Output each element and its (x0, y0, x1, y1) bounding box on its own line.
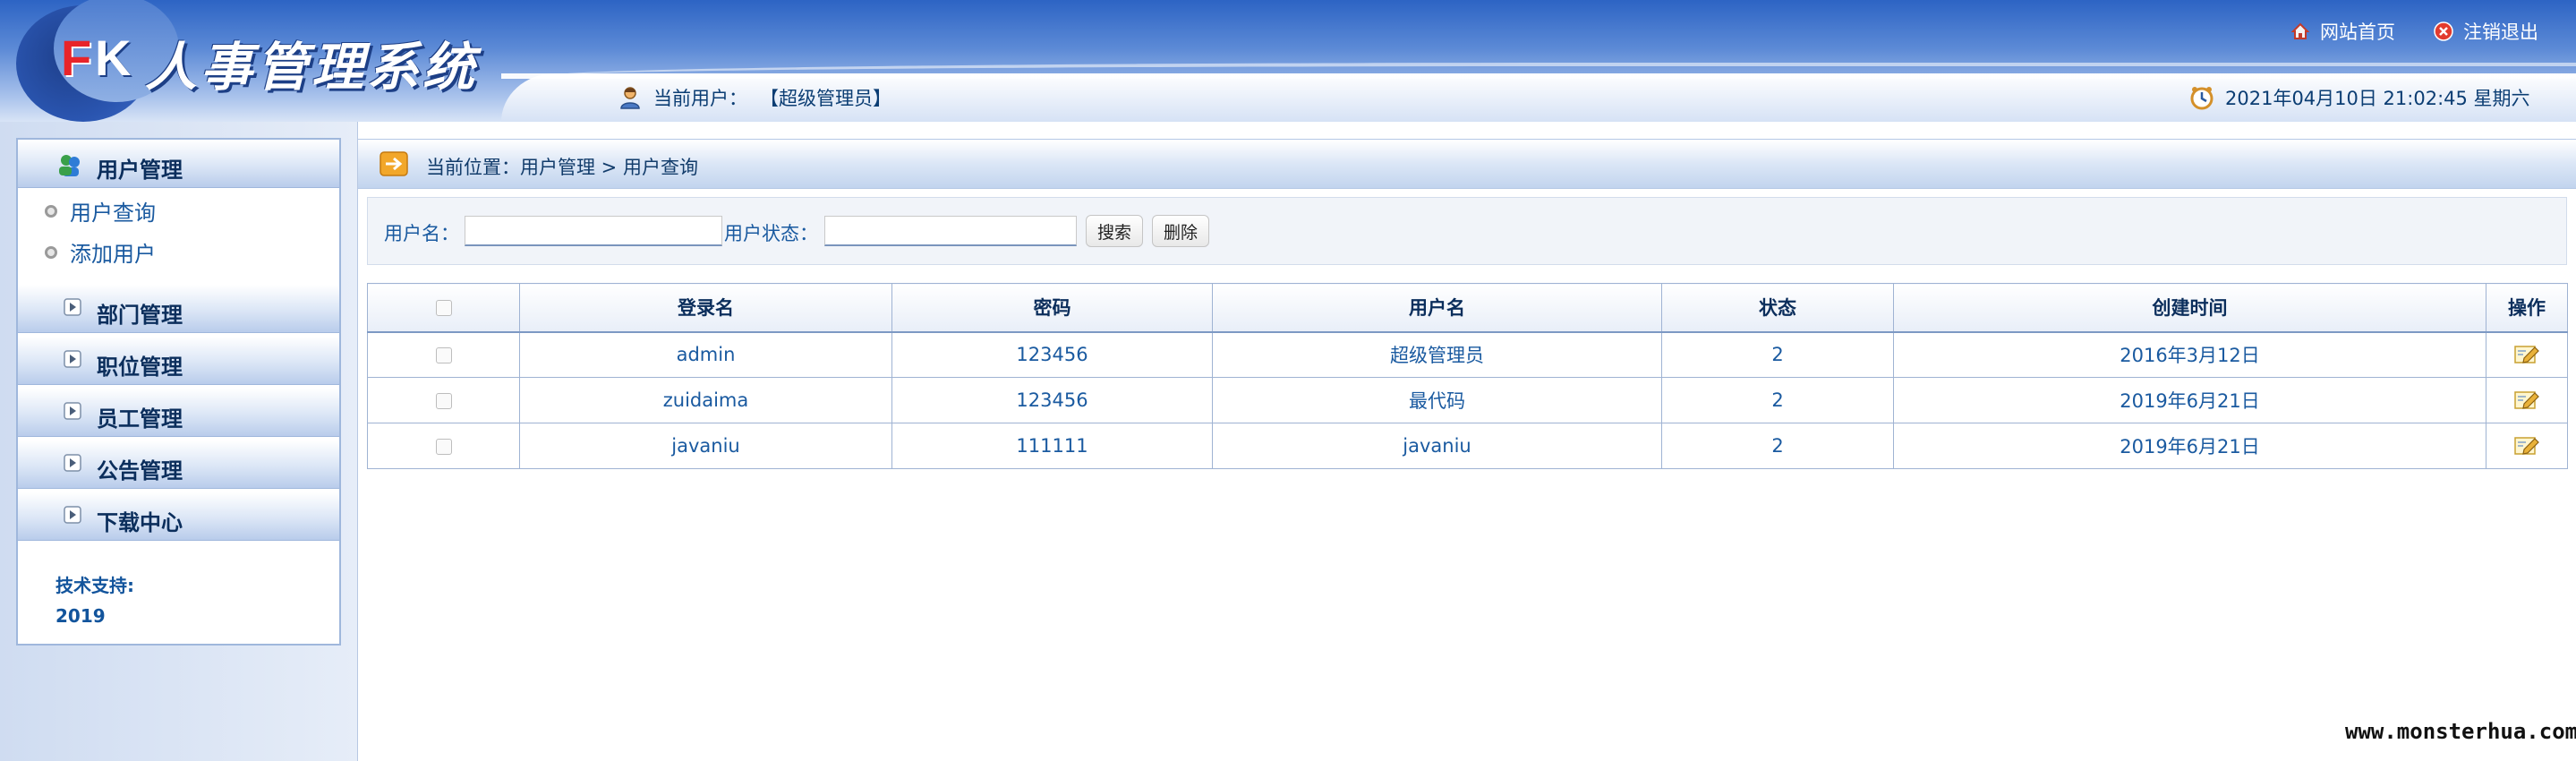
expand-icon (63, 297, 86, 321)
expand-icon (63, 401, 86, 424)
edit-icon[interactable] (2513, 434, 2540, 457)
expand-icon (63, 349, 86, 372)
system-title: 人事管理系统 (145, 37, 479, 98)
cell-status: 2 (1661, 377, 1894, 423)
select-all-cell (367, 283, 520, 333)
sidebar-subitem-add-user[interactable]: 添加用户 (45, 236, 156, 268)
table-row: zuidaima 123456 最代码 2 2019年6月21日 (367, 377, 2568, 423)
col-status: 状态 (1661, 283, 1894, 333)
sidebar-subitem-user-query[interactable]: 用户查询 (45, 195, 156, 227)
col-login-name: 登录名 (519, 283, 892, 333)
user-icon (618, 85, 643, 110)
logout-link[interactable]: 注销退出 (2433, 18, 2538, 45)
edit-icon[interactable] (2513, 343, 2540, 366)
users-group-icon (57, 152, 81, 176)
sidebar-item-department-management[interactable]: 部门管理 (18, 285, 339, 333)
tech-support-label: 技术支持: (55, 575, 134, 596)
tech-support-year: 2019 (55, 605, 106, 627)
expand-icon (63, 505, 86, 528)
user-status-input[interactable] (824, 216, 1077, 246)
cell-login-name: admin (519, 331, 892, 378)
col-created: 创建时间 (1893, 283, 2486, 333)
tech-support: 技术支持: 2019 (55, 570, 134, 631)
datetime: 2021年04月10日 21:02:45 星期六 (2189, 84, 2530, 111)
search-button[interactable]: 搜索 (1086, 215, 1143, 247)
cell-username: 超级管理员 (1212, 331, 1662, 378)
select-all-checkbox[interactable] (435, 300, 452, 317)
sidebar-item-download-center-label: 下载中心 (97, 510, 183, 535)
user-table: 登录名 密码 用户名 状态 创建时间 操作 admin 123456 超级管理员… (367, 283, 2568, 469)
search-panel: 用户名： 用户状态： 搜索 删除 (367, 197, 2567, 265)
sidebar-item-employee-management-label: 员工管理 (97, 406, 183, 432)
cell-password: 123456 (891, 331, 1213, 378)
bullet-icon (45, 245, 57, 259)
cell-username: 最代码 (1212, 377, 1662, 423)
table-header-row: 登录名 密码 用户名 状态 创建时间 操作 (367, 283, 2568, 333)
logout-link-label: 注销退出 (2463, 21, 2538, 43)
datetime-value: 2021年04月10日 21:02:45 星期六 (2225, 88, 2530, 109)
username-input[interactable] (465, 216, 722, 246)
row-select-cell (367, 377, 520, 423)
sidebar-item-download-center[interactable]: 下载中心 (18, 492, 339, 541)
logo-letter-k: K (95, 30, 132, 86)
cell-login-name: zuidaima (519, 377, 892, 423)
edit-icon[interactable] (2513, 389, 2540, 412)
sidebar-item-notice-management-label: 公告管理 (97, 458, 183, 483)
home-link-label: 网站首页 (2320, 21, 2395, 43)
current-user-value: 【超级管理员】 (760, 88, 891, 109)
cell-login-name: javaniu (519, 423, 892, 469)
clock-icon (2189, 85, 2214, 110)
username-label: 用户名： (384, 223, 459, 244)
row-select-cell (367, 423, 520, 469)
cell-created: 2019年6月21日 (1893, 377, 2486, 423)
close-circle-icon (2433, 21, 2454, 42)
cell-status: 2 (1661, 331, 1894, 378)
arrow-right-icon (380, 151, 408, 176)
cell-password: 111111 (891, 423, 1213, 469)
sidebar-item-position-management[interactable]: 职位管理 (18, 337, 339, 385)
current-user-label: 当前用户： (653, 88, 747, 109)
sidebar-subitem-user-query-label: 用户查询 (70, 201, 156, 226)
home-link[interactable]: 网站首页 (2290, 18, 2395, 45)
sidebar-item-notice-management[interactable]: 公告管理 (18, 440, 339, 489)
breadcrumb-text: 当前位置：用户管理 > 用户查询 (426, 157, 698, 178)
table-row: admin 123456 超级管理员 2 2016年3月12日 (367, 331, 2568, 378)
delete-button[interactable]: 删除 (1152, 215, 1209, 247)
sidebar-subitem-add-user-label: 添加用户 (70, 242, 156, 267)
cell-action (2486, 423, 2568, 469)
sidebar-item-position-management-label: 职位管理 (97, 355, 183, 380)
cell-action (2486, 377, 2568, 423)
row-checkbox[interactable] (435, 347, 452, 364)
row-select-cell (367, 331, 520, 378)
breadcrumb: 当前位置：用户管理 > 用户查询 (358, 139, 2576, 189)
cell-created: 2019年6月21日 (1893, 423, 2486, 469)
cell-status: 2 (1661, 423, 1894, 469)
col-password: 密码 (891, 283, 1213, 333)
user-status-label: 用户状态： (724, 223, 818, 244)
cell-password: 123456 (891, 377, 1213, 423)
sidebar-item-department-management-label: 部门管理 (97, 303, 183, 328)
row-checkbox[interactable] (435, 393, 452, 409)
expand-icon (63, 453, 86, 476)
home-icon (2290, 21, 2311, 42)
table-row: javaniu 111111 javaniu 2 2019年6月21日 (367, 423, 2568, 469)
current-user: 当前用户： 【超级管理员】 (618, 84, 891, 111)
header: F K 人事管理系统 网站首页 注销退出 当前用户： 【超级管理员】 2021年… (0, 0, 2576, 122)
cell-username: javaniu (1212, 423, 1662, 469)
watermark: www.monsterhua.com (2345, 719, 2576, 744)
cell-created: 2016年3月12日 (1893, 331, 2486, 378)
sidebar-item-employee-management[interactable]: 员工管理 (18, 389, 339, 437)
sidebar-item-user-management-label: 用户管理 (97, 158, 183, 183)
cell-action (2486, 331, 2568, 378)
row-checkbox[interactable] (435, 439, 452, 455)
col-action: 操作 (2486, 283, 2568, 333)
col-username: 用户名 (1212, 283, 1662, 333)
sidebar-item-user-management[interactable]: 用户管理 (18, 140, 339, 188)
logo-letter-f: F (61, 30, 92, 86)
bullet-icon (45, 204, 57, 218)
